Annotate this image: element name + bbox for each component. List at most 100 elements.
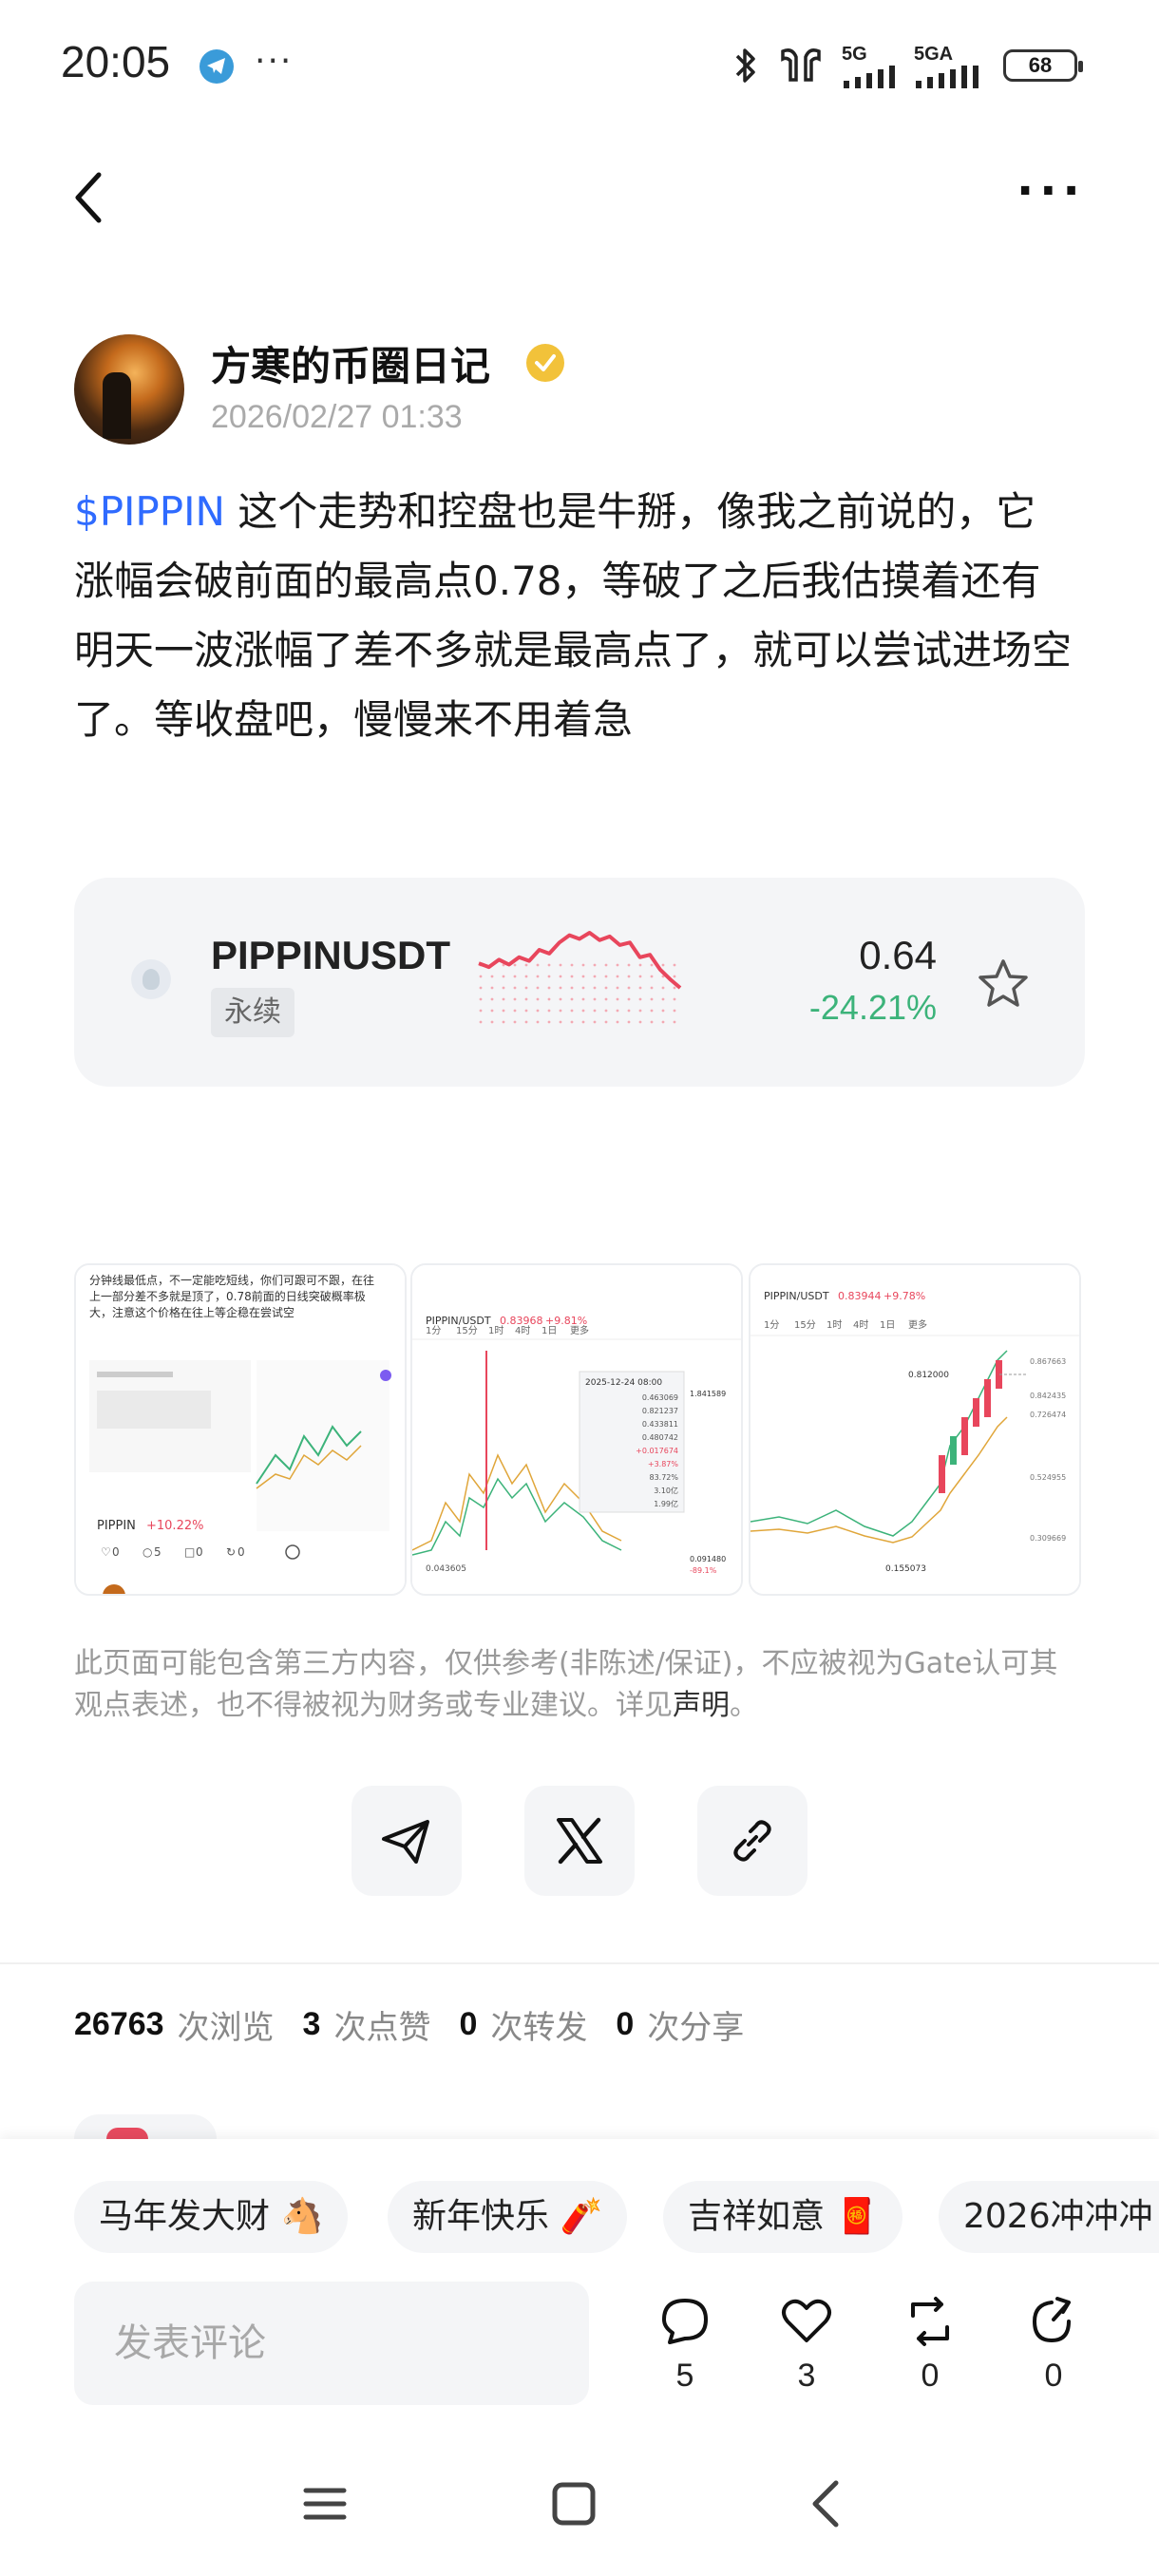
sparkline-line [478, 931, 682, 990]
sparkline-fill-dot [593, 986, 597, 990]
sparkline-fill-dot [502, 1020, 505, 1024]
sparkline-fill-dot [524, 997, 528, 1001]
statement-link[interactable]: 声明 [673, 1689, 730, 1722]
sparkline-fill-dot [616, 1020, 619, 1024]
sparkline-fill-dot [536, 1020, 540, 1024]
sparkline-fill-dot [524, 986, 528, 990]
share-telegram-button[interactable] [352, 1786, 462, 1896]
copy-link-icon [733, 1820, 771, 1862]
more-options-button[interactable]: ··· [1016, 168, 1083, 224]
thumb3-tab-5: 1日 [880, 1320, 895, 1331]
share-action[interactable]: 0 [1011, 2295, 1096, 2395]
sparkline-fill-dot [559, 975, 562, 978]
quick-reply-chip-1[interactable]: 马年发大财 🐴 [74, 2181, 349, 2253]
sparkline-fill-dot [661, 1009, 665, 1013]
svg-text:○: ○ [142, 1545, 152, 1559]
post-image-3[interactable]: PIPPIN/USDT 0.83944 +9.78% 1分 15分 1时 4时 … [749, 1263, 1081, 1596]
favorite-star-button[interactable] [975, 956, 1032, 1013]
back-button[interactable] [66, 169, 114, 226]
system-back-button[interactable] [798, 2475, 855, 2532]
sparkline-fill-dot [650, 975, 654, 978]
comment-action[interactable]: 5 [642, 2295, 728, 2395]
sparkline-fill-dot [581, 1020, 585, 1024]
quick-reply-chip-2[interactable]: 新年快乐 🧨 [388, 2181, 628, 2253]
thumb2-tab-1: 1分 [426, 1325, 441, 1336]
sparkline-fill-dot [616, 997, 619, 1001]
quick-reply-chip-4[interactable]: 2026冲冲冲 [939, 2181, 1159, 2253]
system-menu-button[interactable] [296, 2475, 353, 2532]
copy-link-button[interactable] [697, 1786, 808, 1896]
sparkline-fill-dot [513, 1009, 517, 1013]
sparkline-fill-dot [627, 975, 631, 978]
sparkline-fill-dot [479, 1020, 483, 1024]
sparkline-fill-dot [559, 1020, 562, 1024]
thumb2-tail-change: -89.1% [690, 1566, 717, 1575]
chip-3-label: 吉祥如意 [688, 2197, 826, 2236]
disclaimer: 此页面可能包含第三方内容，仅供参考(非陈述/保证)，不应被视为Gate认可其观点… [74, 1643, 1081, 1727]
sparkline-fill-dot [604, 986, 608, 990]
back-triangle-icon [812, 2480, 839, 2528]
disclaimer-text: 此页面可能包含第三方内容，仅供参考(非陈述/保证)，不应被视为Gate认可其观点… [74, 1647, 1058, 1722]
svg-text:↻: ↻ [226, 1545, 236, 1559]
ticker-link[interactable]: $PIPPIN [74, 488, 225, 535]
sparkline-fill-dot [513, 986, 517, 990]
sparkline-fill-dot [673, 986, 676, 990]
sparkline-fill-dot [502, 975, 505, 978]
sparkline-fill-dot [627, 986, 631, 990]
thumb2-row-9: 1.99亿 [654, 1499, 678, 1508]
perpetual-tag: 永续 [211, 988, 294, 1037]
notification-more-icon: ··· [255, 42, 294, 81]
red-envelope-emoji-icon: 🧧 [835, 2197, 879, 2236]
quick-reply-chip-3[interactable]: 吉祥如意 🧧 [663, 2181, 903, 2253]
post-image-1[interactable]: 分钟线最低点，不一定能吃短线，你们可跟可不跟，在往上一部分差不多就是顶了，0.7… [74, 1263, 407, 1596]
sparkline-fill-dot [604, 1020, 608, 1024]
sparkline-fill-dot [673, 997, 676, 1001]
sparkline-fill-dot [524, 1009, 528, 1013]
sparkline-fill-dot [547, 986, 551, 990]
screenshot-thumbnail-3: PIPPIN/USDT 0.83944 +9.78% 1分 15分 1时 4时 … [750, 1265, 1079, 1594]
disclaimer-end: 。 [730, 1689, 758, 1722]
system-home-button[interactable] [545, 2475, 602, 2532]
post-image-2[interactable]: PIPPIN/USDT 0.83968 +9.81% 1分 15分 1时 4时 … [410, 1263, 743, 1596]
like-action[interactable]: 3 [764, 2295, 849, 2395]
post-stats: 26763 次浏览 3 次点赞 0 次转发 0 次分享 [74, 2000, 772, 2048]
sparkline-fill-dot [661, 997, 665, 1001]
views-count: 26763 [74, 2005, 164, 2042]
screenshot-thumbnail-1: 分钟线最低点，不一定能吃短线，你们可跟可不跟，在往上一部分差不多就是顶了，0.7… [76, 1265, 405, 1594]
sparkline-fill-dot [536, 963, 540, 967]
repost-action[interactable]: 0 [887, 2295, 973, 2395]
thumb3-tab-1: 1分 [764, 1319, 779, 1331]
sparkline-fill-dot [638, 1009, 642, 1013]
menu-icon [303, 2488, 347, 2520]
pair-name: PIPPINUSDT [211, 933, 451, 977]
repost-icon [911, 2297, 949, 2346]
sparkline-fill-dot [581, 963, 585, 967]
sparkline-fill-dot [650, 986, 654, 990]
sparkline-fill-dot [616, 975, 619, 978]
avatar[interactable] [74, 334, 184, 445]
sparkline-fill-dot [490, 1020, 494, 1024]
ticker-change: -24.21% [808, 988, 937, 1027]
sparkline-fill-dot [638, 1020, 642, 1024]
comment-input[interactable]: 发表评论 [74, 2282, 589, 2405]
svg-text:□: □ [184, 1545, 195, 1559]
sparkline-fill-dot [593, 975, 597, 978]
thumb3-axis-4: 0.524955 [1030, 1473, 1066, 1482]
sparkline-fill-dot [627, 963, 631, 967]
thumb2-row-2: 0.821237 [642, 1407, 678, 1415]
thumb2-tab-5: 1日 [542, 1326, 557, 1336]
share-x-button[interactable] [524, 1786, 635, 1896]
sparkline-fill-dot [502, 997, 505, 1001]
sparkline-fill-dot [513, 963, 517, 967]
sparkline-fill-dot [650, 997, 654, 1001]
sparkline-fill-dot [616, 963, 619, 967]
repost-count: 0 [921, 2358, 940, 2394]
battery-icon: 68 [1003, 49, 1083, 82]
chevron-left-icon [75, 172, 102, 223]
sparkline-fill-dot [536, 975, 540, 978]
sparkline-fill-dot [513, 997, 517, 1001]
comment-count: 5 [675, 2358, 694, 2394]
sparkline-fill-dot [638, 975, 642, 978]
author-name[interactable]: 方寒的币圈日记 [211, 334, 490, 392]
heart-icon [782, 2299, 831, 2342]
